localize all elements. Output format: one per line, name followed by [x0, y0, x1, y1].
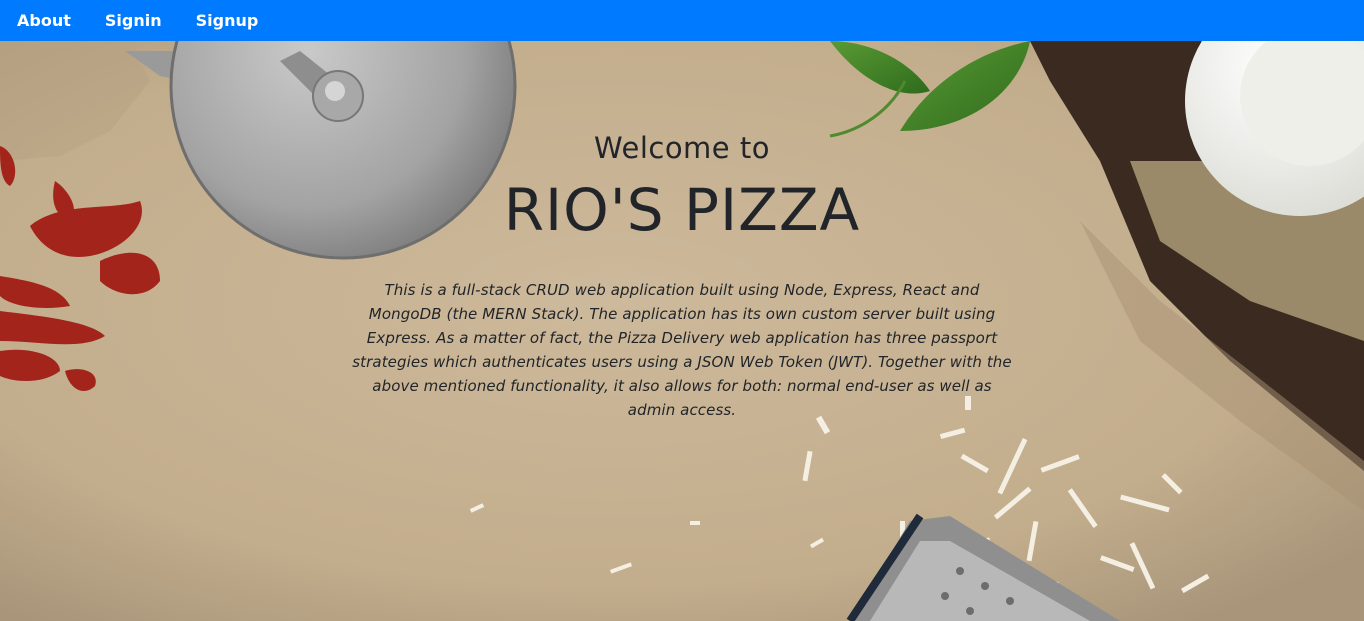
nav-link-signin[interactable]: Signin — [105, 11, 162, 30]
nav-link-about[interactable]: About — [17, 11, 71, 30]
app-description: This is a full-stack CRUD web applicatio… — [352, 281, 1012, 419]
welcome-heading: Welcome to — [594, 131, 770, 165]
navbar: About Signin Signup — [0, 0, 1364, 41]
hero-section: Welcome to RIO'S PIZZA This is a full-st… — [0, 41, 1364, 621]
brand-title: RIO'S PIZZA — [503, 176, 861, 244]
nav-link-signup[interactable]: Signup — [196, 11, 259, 30]
